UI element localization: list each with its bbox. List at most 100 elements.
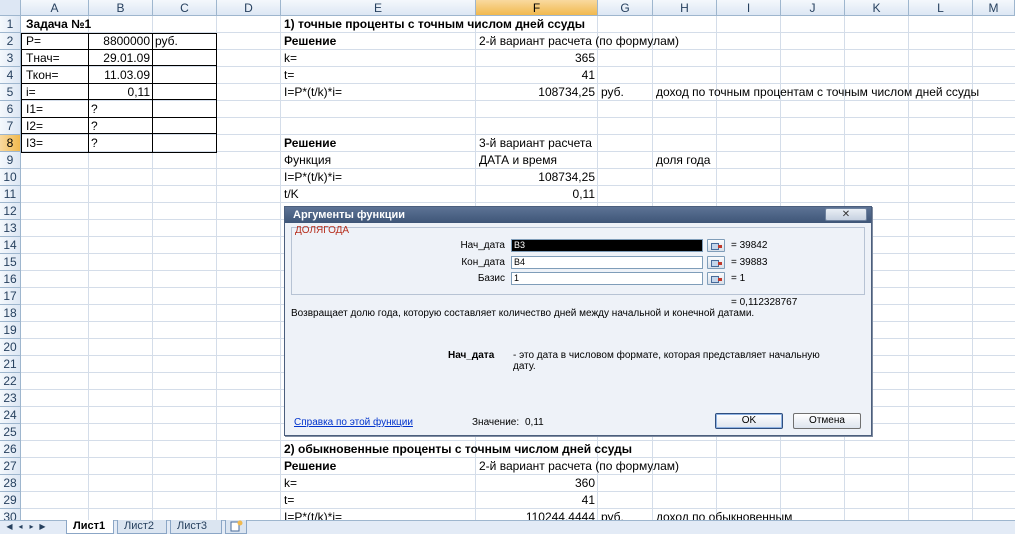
column-header-f[interactable]: F bbox=[476, 0, 598, 16]
next-sheet-icon[interactable]: ▸ bbox=[26, 521, 37, 533]
close-icon[interactable]: ✕ bbox=[825, 208, 867, 221]
cell-f27[interactable]: 2-й вариант расчета (по формулам) bbox=[477, 458, 681, 475]
row-header-7[interactable]: 7 bbox=[0, 118, 21, 135]
row-header-18[interactable]: 18 bbox=[0, 305, 21, 322]
row-header-22[interactable]: 22 bbox=[0, 373, 21, 390]
row-header-10[interactable]: 10 bbox=[0, 169, 21, 186]
row-header-21[interactable]: 21 bbox=[0, 356, 21, 373]
cell-e26[interactable]: 2) обыкновенные проценты с точным числом… bbox=[282, 441, 634, 458]
cell-b5[interactable]: 0,11 bbox=[88, 84, 152, 101]
column-header-m[interactable]: M bbox=[973, 0, 1015, 16]
row-header-11[interactable]: 11 bbox=[0, 186, 21, 203]
column-header-c[interactable]: C bbox=[153, 0, 217, 16]
cell-e9[interactable]: Функция bbox=[282, 152, 333, 169]
cell-a2[interactable]: P= bbox=[24, 33, 43, 50]
sheet-tab-3[interactable]: Лист3 bbox=[170, 520, 222, 534]
first-sheet-icon[interactable]: ◀ bbox=[4, 521, 15, 533]
sheet-tab-2[interactable]: Лист2 bbox=[117, 520, 167, 534]
cancel-button[interactable]: Отмена bbox=[793, 413, 861, 429]
cell-f5[interactable]: 108734,25 bbox=[475, 84, 597, 101]
cell-b4[interactable]: 11.03.09 bbox=[88, 67, 152, 84]
cell-a1[interactable]: Задача №1 bbox=[24, 16, 93, 33]
arg-input-basis[interactable]: 1 bbox=[511, 272, 703, 285]
column-header-j[interactable]: J bbox=[781, 0, 845, 16]
row-header-19[interactable]: 19 bbox=[0, 322, 21, 339]
column-header-l[interactable]: L bbox=[909, 0, 973, 16]
cell-f2[interactable]: 2-й вариант расчета (по формулам) bbox=[477, 33, 681, 50]
row-header-2[interactable]: 2 bbox=[0, 33, 21, 50]
cell-f8[interactable]: 3-й вариант расчета bbox=[477, 135, 594, 152]
column-header-i[interactable]: I bbox=[717, 0, 781, 16]
insert-sheet-icon[interactable] bbox=[225, 520, 247, 534]
row-header-9[interactable]: 9 bbox=[0, 152, 21, 169]
row-header-6[interactable]: 6 bbox=[0, 101, 21, 118]
prev-sheet-icon[interactable]: ◂ bbox=[15, 521, 26, 533]
row-header-14[interactable]: 14 bbox=[0, 237, 21, 254]
ok-button[interactable]: OK bbox=[715, 413, 783, 429]
row-header-16[interactable]: 16 bbox=[0, 271, 21, 288]
row-header-15[interactable]: 15 bbox=[0, 254, 21, 271]
row-header-12[interactable]: 12 bbox=[0, 203, 21, 220]
cell-a6[interactable]: I1= bbox=[24, 101, 45, 118]
cell-b2[interactable]: 8800000 bbox=[88, 33, 152, 50]
column-header-b[interactable]: B bbox=[89, 0, 153, 16]
column-header-g[interactable]: G bbox=[598, 0, 653, 16]
cell-c2[interactable]: руб. bbox=[153, 33, 180, 50]
cell-e28[interactable]: k= bbox=[282, 475, 299, 492]
cell-f3[interactable]: 365 bbox=[475, 50, 597, 67]
row-header-4[interactable]: 4 bbox=[0, 67, 21, 84]
cell-e27[interactable]: Решение bbox=[282, 458, 338, 475]
row-header-23[interactable]: 23 bbox=[0, 390, 21, 407]
cell-e3[interactable]: k= bbox=[282, 50, 299, 67]
cell-a4[interactable]: Ткон= bbox=[24, 67, 61, 84]
collapse-dialog-icon[interactable] bbox=[707, 239, 725, 252]
dialog-title[interactable]: Аргументы функции bbox=[285, 207, 871, 223]
sheet-tab-1[interactable]: Лист1 bbox=[66, 520, 114, 534]
cell-f9[interactable]: ДАТА и время bbox=[477, 152, 559, 169]
cell-a3[interactable]: Тнач= bbox=[24, 50, 62, 67]
cell-f11[interactable]: 0,11 bbox=[475, 186, 597, 203]
cell-g5[interactable]: руб. bbox=[599, 84, 626, 101]
cell-e1[interactable]: 1) точные проценты с точным числом дней … bbox=[282, 16, 587, 33]
cell-b8[interactable]: ? bbox=[89, 135, 100, 152]
cell-e8[interactable]: Решение bbox=[282, 135, 338, 152]
cell-a7[interactable]: I2= bbox=[24, 118, 45, 135]
row-header-1[interactable]: 1 bbox=[0, 16, 21, 33]
row-header-3[interactable]: 3 bbox=[0, 50, 21, 67]
row-header-13[interactable]: 13 bbox=[0, 220, 21, 237]
cell-b3[interactable]: 29.01.09 bbox=[88, 50, 152, 67]
cell-e4[interactable]: t= bbox=[282, 67, 296, 84]
cell-a8[interactable]: I3= bbox=[24, 135, 45, 152]
cell-b6[interactable]: ? bbox=[89, 101, 100, 118]
row-header-8[interactable]: 8 bbox=[0, 135, 21, 152]
arg-input-start-date[interactable]: B3 bbox=[511, 239, 703, 252]
cell-h5[interactable]: доход по точным процентам с точным число… bbox=[654, 84, 981, 101]
column-header-a[interactable]: A bbox=[21, 0, 89, 16]
select-all-corner[interactable] bbox=[0, 0, 21, 16]
cell-f28[interactable]: 360 bbox=[475, 475, 597, 492]
help-link[interactable]: Справка по этой функции bbox=[294, 417, 413, 429]
last-sheet-icon[interactable]: ▶ bbox=[37, 521, 48, 533]
cell-a5[interactable]: i= bbox=[24, 84, 38, 101]
column-header-k[interactable]: K bbox=[845, 0, 909, 16]
row-header-5[interactable]: 5 bbox=[0, 84, 21, 101]
cell-e5[interactable]: I=P*(t/k)*i= bbox=[282, 84, 344, 101]
row-header-28[interactable]: 28 bbox=[0, 475, 21, 492]
cell-f4[interactable]: 41 bbox=[475, 67, 597, 84]
collapse-dialog-icon[interactable] bbox=[707, 272, 725, 285]
row-header-17[interactable]: 17 bbox=[0, 288, 21, 305]
cell-e29[interactable]: t= bbox=[282, 492, 296, 509]
row-header-29[interactable]: 29 bbox=[0, 492, 21, 509]
column-header-h[interactable]: H bbox=[653, 0, 717, 16]
column-header-d[interactable]: D bbox=[217, 0, 281, 16]
cell-b7[interactable]: ? bbox=[89, 118, 100, 135]
cell-e2[interactable]: Решение bbox=[282, 33, 338, 50]
column-header-e[interactable]: E bbox=[281, 0, 476, 16]
row-header-26[interactable]: 26 bbox=[0, 441, 21, 458]
cell-f10[interactable]: 108734,25 bbox=[475, 169, 597, 186]
cell-f29[interactable]: 41 bbox=[475, 492, 597, 509]
collapse-dialog-icon[interactable] bbox=[707, 256, 725, 269]
row-header-25[interactable]: 25 bbox=[0, 424, 21, 441]
row-header-24[interactable]: 24 bbox=[0, 407, 21, 424]
cell-h9[interactable]: доля года bbox=[654, 152, 712, 169]
